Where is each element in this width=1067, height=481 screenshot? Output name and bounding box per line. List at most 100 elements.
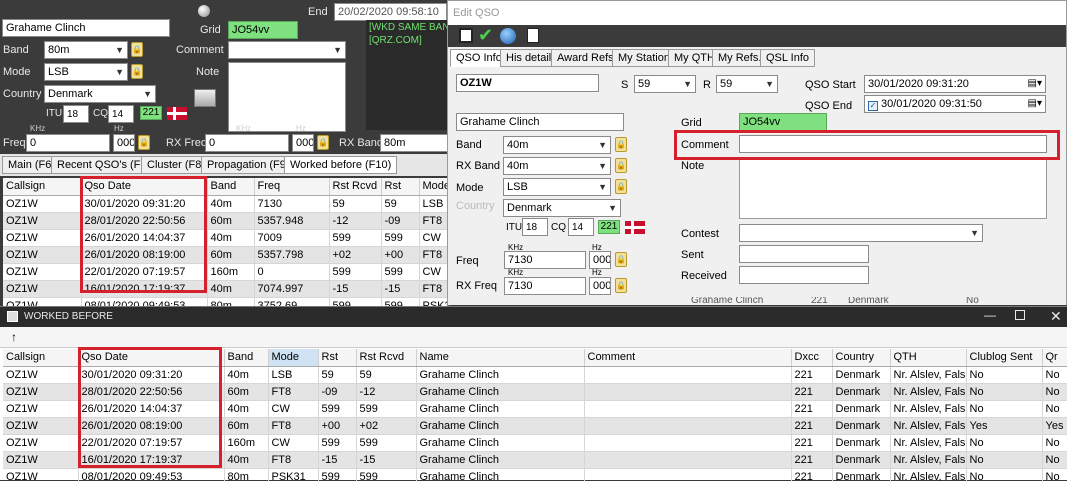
- country-select[interactable]: Denmark ▼: [503, 199, 621, 217]
- name-input[interactable]: Grahame Clinch: [456, 113, 624, 131]
- maximize-icon[interactable]: [1015, 310, 1025, 320]
- cell-band: 60m: [207, 246, 255, 264]
- column-header-rst[interactable]: Rst: [381, 178, 420, 196]
- qso-start-input[interactable]: 30/01/2020 09:31:20 ▤▾: [864, 75, 1046, 93]
- itu-select-value: 18: [526, 222, 538, 233]
- table-row[interactable]: OZ1W 26/01/2020 08:19:00 60m 5357.798 +02 +00…: [3, 246, 450, 264]
- table-row[interactable]: OZ1W 08/01/2020 09:49:53 80m PSK31 599 599 Gra…: [3, 468, 1067, 481]
- rx-band-select[interactable]: 80m: [380, 134, 450, 152]
- column-header-callsign[interactable]: Callsign: [3, 349, 79, 367]
- tab-qsl-info[interactable]: QSL Info: [760, 49, 816, 67]
- lock-icon[interactable]: 🔒: [615, 252, 627, 267]
- column-header-mode[interactable]: Mode: [268, 349, 319, 367]
- band-select[interactable]: 80m ▼: [44, 41, 128, 59]
- contest-select[interactable]: ▼: [739, 224, 983, 242]
- column-header-freq[interactable]: Freq: [254, 178, 330, 196]
- column-header-name[interactable]: Name: [416, 349, 585, 367]
- lock-icon[interactable]: 🔒: [615, 278, 627, 293]
- column-header-band[interactable]: Band: [207, 178, 255, 196]
- cell-mode: LSB: [419, 195, 450, 213]
- rx-band-select-value: 40m: [507, 160, 529, 172]
- grid-field[interactable]: JO54vv: [228, 21, 298, 39]
- column-header-dxcc[interactable]: Dxcc: [791, 349, 833, 367]
- rx-freq-input[interactable]: 0: [205, 134, 289, 152]
- confirm-check-icon[interactable]: ✔: [478, 25, 493, 46]
- rx-freq-hz-input[interactable]: 000: [589, 277, 611, 295]
- lock-icon[interactable]: 🔒: [317, 135, 329, 150]
- band-select[interactable]: 40m ▼: [503, 136, 611, 154]
- cell-rst: 599: [318, 400, 357, 418]
- column-header-country[interactable]: Country: [832, 349, 891, 367]
- callsign-input[interactable]: OZ1W: [456, 74, 599, 92]
- lock-icon[interactable]: 🔒: [131, 64, 143, 79]
- cell-rst-rcvd: 599: [329, 229, 382, 247]
- sort-arrow-icon[interactable]: ↑: [11, 330, 17, 344]
- qso-end-checkbox[interactable]: ✓: [868, 101, 878, 111]
- table-row[interactable]: OZ1W 28/01/2020 22:50:56 60m 5357.948 -12 -09…: [3, 212, 450, 230]
- note-textarea[interactable]: [228, 62, 346, 132]
- calendar-icon[interactable]: ▤▾: [1028, 96, 1042, 111]
- mode-select[interactable]: LSB ▼: [503, 178, 611, 196]
- tab-propagation[interactable]: Propagation (F9): [201, 156, 296, 174]
- grid-input[interactable]: JO54vv: [739, 113, 827, 131]
- table-row[interactable]: OZ1W 30/01/2020 09:31:20 40m 7130 59 59 LSB: [3, 195, 450, 213]
- qrz-link[interactable]: [QRZ.COM]: [369, 35, 422, 46]
- table-row[interactable]: OZ1W 16/01/2020 17:19:37 40m 7074.997 -15 -15…: [3, 280, 450, 298]
- grid-label: Grid: [200, 24, 221, 36]
- calendar-icon[interactable]: ▤▾: [1028, 76, 1042, 91]
- cell-country: Denmark: [832, 400, 891, 418]
- delete-trash-icon[interactable]: [527, 28, 539, 43]
- table-row[interactable]: OZ1W 26/01/2020 14:04:37 40m 7009 599 599 CW: [3, 229, 450, 247]
- rx-freq-hz-input[interactable]: 000: [292, 134, 314, 152]
- notebook-icon[interactable]: [194, 89, 216, 107]
- column-header-mode[interactable]: Mode: [419, 178, 450, 196]
- column-header-rst-rcvd[interactable]: Rst Rcvd: [356, 349, 417, 367]
- column-header-qr[interactable]: Qr: [1042, 349, 1067, 367]
- save-icon[interactable]: [459, 28, 473, 43]
- qso-end-input[interactable]: ✓ 30/01/2020 09:31:50 ▤▾: [864, 95, 1046, 113]
- cq-select[interactable]: 14: [108, 105, 134, 123]
- cell-freq: 7130: [254, 195, 330, 213]
- cell-dxcc: 221: [791, 400, 833, 418]
- country-select[interactable]: Denmark ▼: [44, 85, 156, 103]
- itu-select[interactable]: 18: [63, 105, 89, 123]
- r-select[interactable]: 59 ▼: [716, 75, 778, 93]
- freq-input[interactable]: 0: [26, 134, 110, 152]
- freq-hz-input[interactable]: 000: [113, 134, 135, 152]
- freq-input[interactable]: 7130: [504, 251, 586, 269]
- received-input[interactable]: [739, 266, 869, 284]
- column-header-band[interactable]: Band: [224, 349, 269, 367]
- minimize-icon[interactable]: —: [984, 308, 996, 322]
- column-header-rst-rcvd[interactable]: Rst Rcvd: [329, 178, 382, 196]
- column-header-comment[interactable]: Comment: [584, 349, 792, 367]
- lock-icon[interactable]: 🔒: [138, 135, 150, 150]
- comment-select[interactable]: ▼: [228, 41, 346, 59]
- lock-icon[interactable]: 🔒: [131, 42, 143, 57]
- callsign-name-field[interactable]: Grahame Clinch: [2, 19, 170, 37]
- column-header-qth[interactable]: QTH: [890, 349, 967, 367]
- mode-select[interactable]: LSB ▼: [44, 63, 128, 81]
- lock-icon[interactable]: 🔒: [615, 179, 627, 194]
- wkd-line[interactable]: [WKD SAME BAND: [369, 22, 457, 33]
- sent-input[interactable]: [739, 245, 869, 263]
- column-header-rst[interactable]: Rst: [318, 349, 357, 367]
- cq-select[interactable]: 14: [568, 218, 594, 236]
- column-header-clublog-sent[interactable]: Clublog Sent: [966, 349, 1043, 367]
- lock-icon[interactable]: 🔒: [615, 158, 627, 173]
- cell-name: Grahame Clinch: [416, 468, 585, 481]
- s-select[interactable]: 59 ▼: [634, 75, 696, 93]
- column-header-callsign[interactable]: Callsign: [3, 178, 82, 196]
- itu-select[interactable]: 18: [522, 218, 548, 236]
- close-icon[interactable]: ✕: [1050, 308, 1062, 325]
- table-row[interactable]: OZ1W 22/01/2020 07:19:57 160m 0 599 599 CW: [3, 263, 450, 281]
- globe-icon[interactable]: [500, 28, 516, 44]
- cell-rst: 599: [381, 263, 420, 281]
- tab-my-station[interactable]: My Station: [612, 49, 676, 67]
- freq-hz-input[interactable]: 000: [589, 251, 611, 269]
- lock-icon[interactable]: 🔒: [615, 137, 627, 152]
- rx-freq-input[interactable]: 7130: [504, 277, 586, 295]
- end-datetime-field[interactable]: 20/02/2020 09:58:10: [334, 3, 447, 21]
- rx-band-select[interactable]: 40m ▼: [503, 157, 611, 175]
- note-textarea[interactable]: [739, 157, 1047, 219]
- tab-worked-before[interactable]: Worked before (F10): [284, 156, 398, 174]
